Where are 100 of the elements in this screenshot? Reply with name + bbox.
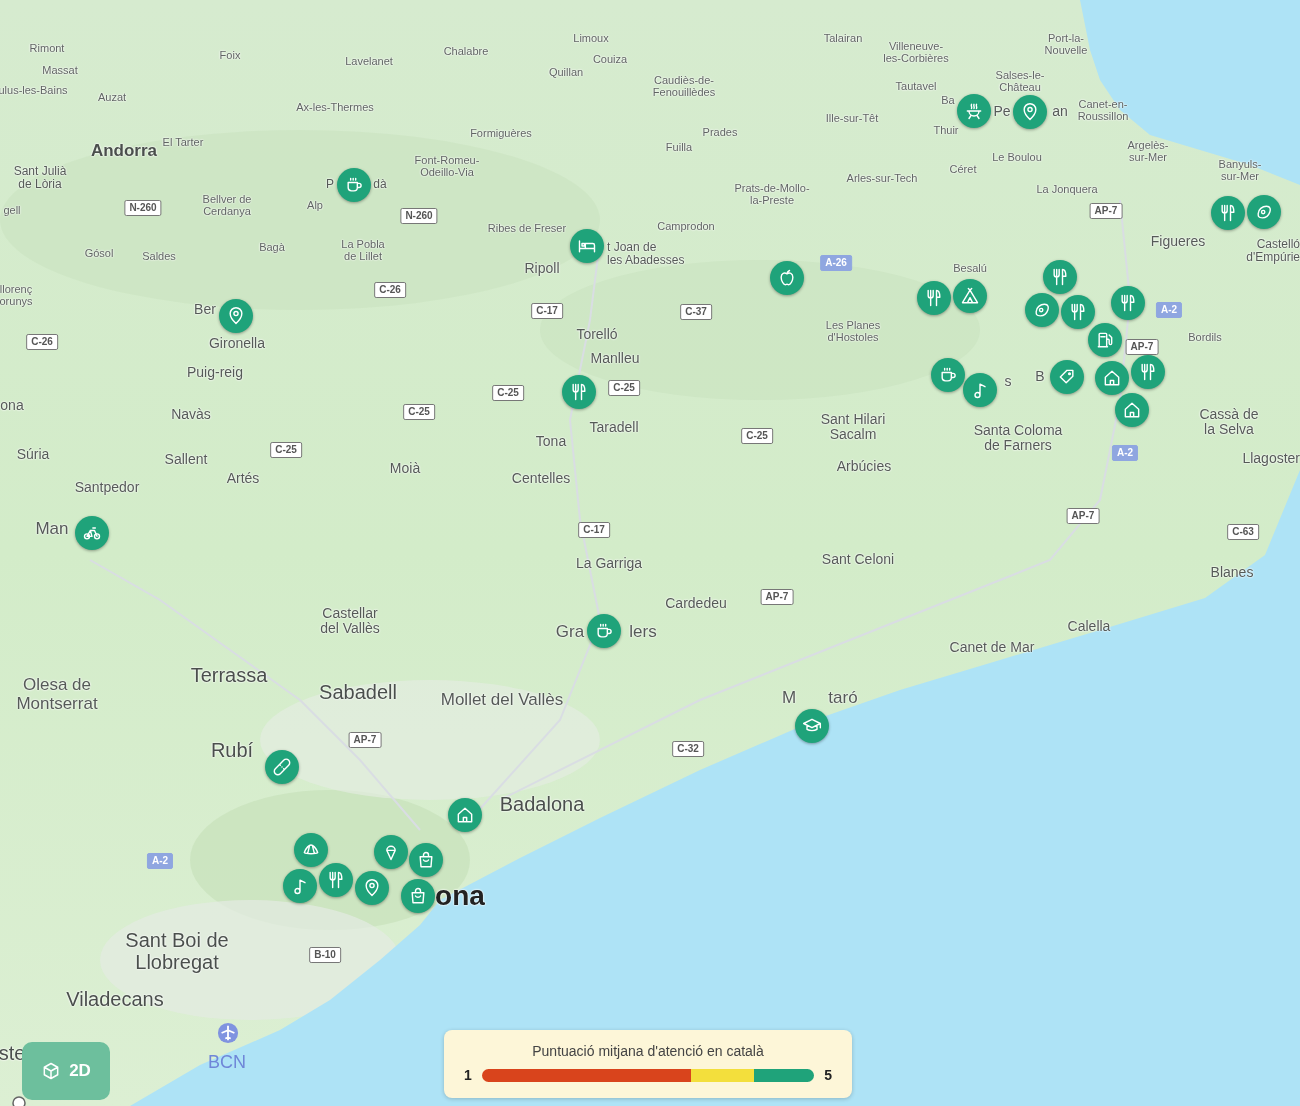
place-label: Badalona bbox=[499, 793, 585, 815]
place-label: Castellar del Vallès bbox=[320, 605, 380, 637]
road-number: C-37 bbox=[680, 304, 712, 320]
place-label: Ba bbox=[941, 93, 955, 107]
place-label: Prades bbox=[702, 125, 738, 139]
place-label: Sant Hilari Sacalm bbox=[820, 411, 886, 443]
place-label: Port-la- Nouvelle bbox=[1044, 31, 1088, 57]
cup-icon bbox=[938, 365, 958, 385]
house-icon bbox=[1102, 368, 1122, 388]
place-label: Navàs bbox=[171, 407, 211, 423]
place-label: Centelles bbox=[511, 471, 571, 487]
road-number: C-26 bbox=[374, 282, 406, 298]
house-icon bbox=[455, 805, 475, 825]
place-label: Massat bbox=[42, 63, 78, 77]
place-label: La Pobla de Lillet bbox=[341, 237, 385, 263]
place-label: Le Boulou bbox=[992, 150, 1042, 164]
road-number: C-26 bbox=[26, 334, 58, 350]
place-label: Céret bbox=[949, 162, 977, 176]
road-number: A-2 bbox=[146, 853, 174, 869]
legend-min-label: 1 bbox=[464, 1067, 472, 1083]
place-label: taró bbox=[828, 688, 858, 708]
place-label: B bbox=[1035, 369, 1045, 385]
place-label: Talairan bbox=[823, 31, 863, 45]
place-label: Gósol bbox=[84, 246, 114, 260]
road-number: C-17 bbox=[531, 303, 563, 319]
place-label: Llagoster bbox=[1242, 451, 1300, 467]
legend-max-label: 5 bbox=[824, 1067, 832, 1083]
place-label: Alp bbox=[307, 198, 323, 212]
place-label: Castelló d'Empúrie bbox=[1246, 237, 1300, 265]
place-label: Blanes bbox=[1210, 565, 1254, 581]
place-label: La Garriga bbox=[575, 556, 643, 572]
road-number: C-32 bbox=[672, 741, 704, 757]
road-number: B-10 bbox=[309, 947, 341, 963]
steak-icon bbox=[1032, 300, 1052, 320]
place-label: Arles-sur-Tech bbox=[846, 171, 918, 185]
road-number: N-260 bbox=[124, 200, 162, 216]
steak-icon bbox=[1254, 202, 1274, 222]
place-label: Foix bbox=[219, 48, 241, 62]
place-label: Argelès- sur-Mer bbox=[1127, 138, 1169, 164]
place-label: Tautavel bbox=[895, 79, 937, 93]
place-label: Camprodon bbox=[657, 219, 715, 233]
road-number: C-25 bbox=[270, 442, 302, 458]
place-label: Tona bbox=[535, 434, 567, 450]
grill-icon bbox=[964, 101, 984, 121]
place-label: ona bbox=[0, 398, 24, 414]
location-pin-icon bbox=[1020, 102, 1040, 122]
place-label: Santa Coloma de Farners bbox=[973, 422, 1063, 454]
view-mode-button[interactable]: 2D bbox=[22, 1042, 110, 1100]
place-label: s bbox=[1004, 374, 1012, 390]
place-label: Torelló bbox=[576, 327, 618, 343]
road-number: AP-7 bbox=[1066, 508, 1100, 524]
road-number: AP-7 bbox=[760, 589, 794, 605]
road-number: C-25 bbox=[608, 380, 640, 396]
place-label: Taradell bbox=[589, 420, 639, 436]
place-label: Olesa de Montserrat bbox=[16, 676, 98, 714]
place-label: dà bbox=[373, 178, 387, 192]
place-label: Cassà de la Selva bbox=[1199, 406, 1259, 438]
place-label: Ribes de Freser bbox=[487, 221, 567, 235]
place-label: Ille-sur-Têt bbox=[825, 111, 879, 125]
place-label: llorenç orunys bbox=[0, 282, 33, 308]
road-number: AP-7 bbox=[1125, 339, 1159, 355]
place-label: Viladecans bbox=[66, 988, 164, 1010]
place-label: Manlleu bbox=[590, 351, 640, 367]
place-label: Sant Boi de Llobregat bbox=[125, 929, 229, 973]
place-label: Ber bbox=[194, 302, 216, 318]
location-pin-icon bbox=[362, 878, 382, 898]
place-label: Sallent bbox=[164, 452, 208, 468]
place-label: ulus-les-Bains bbox=[0, 83, 68, 97]
place-label: Canet-en- Roussillon bbox=[1077, 97, 1129, 123]
cup-icon bbox=[594, 621, 614, 641]
place-label: Bordils bbox=[1188, 330, 1222, 344]
place-label: Figueres bbox=[1150, 234, 1206, 250]
road-number: C-25 bbox=[492, 385, 524, 401]
place-label: Lavelanet bbox=[345, 54, 393, 68]
tent-icon bbox=[960, 286, 980, 306]
place-label: Cardedeu bbox=[665, 596, 727, 612]
place-label: Ripoll bbox=[524, 261, 560, 277]
place-label: Thuir bbox=[933, 123, 959, 137]
place-label: Couiza bbox=[592, 52, 628, 66]
place-label: Andorra bbox=[90, 141, 158, 161]
place-label: El Tarter bbox=[162, 135, 204, 149]
airport-label: BCN bbox=[208, 1052, 246, 1073]
place-label: Calella bbox=[1067, 619, 1111, 635]
place-label: Santpedor bbox=[74, 480, 140, 496]
place-label: Auzat bbox=[97, 90, 127, 104]
place-label: Pe bbox=[993, 104, 1011, 120]
road-number: A-26 bbox=[820, 255, 852, 271]
place-label: Font-Romeu- Odeillo-Via bbox=[414, 153, 480, 179]
road-number: N-260 bbox=[400, 208, 438, 224]
place-label: Sant Celoni bbox=[821, 552, 895, 568]
place-label: Bellver de Cerdanya bbox=[202, 192, 252, 218]
road-number: AP-7 bbox=[348, 732, 382, 748]
place-label: Saldes bbox=[142, 249, 176, 263]
road-number: C-25 bbox=[403, 404, 435, 420]
place-label: Súria bbox=[16, 447, 50, 463]
location-pin-icon bbox=[226, 306, 246, 326]
place-label: Moià bbox=[389, 461, 421, 477]
place-label: Banyuls- sur-Mer bbox=[1218, 157, 1262, 183]
place-label: Limoux bbox=[573, 31, 609, 45]
place-label: Fuilla bbox=[665, 140, 693, 154]
